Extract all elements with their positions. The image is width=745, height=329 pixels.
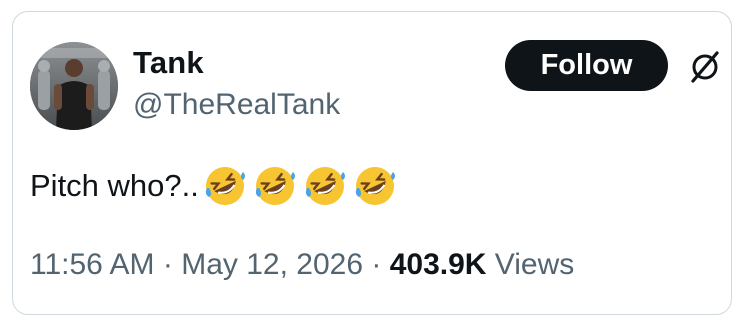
tweet-date[interactable]: May 12, 2026 bbox=[181, 248, 363, 281]
tweet-body: Pitch who?.. bbox=[30, 164, 403, 208]
avatar[interactable] bbox=[30, 42, 118, 130]
tweet-time[interactable]: 11:56 AM bbox=[30, 248, 155, 281]
rolling-on-floor-laughing-emoji bbox=[205, 167, 245, 205]
profile-photo bbox=[30, 42, 118, 130]
rolling-on-floor-laughing-emoji bbox=[355, 167, 395, 205]
tweet-text: Pitch who?.. bbox=[30, 168, 199, 203]
tweet-meta: 11:56 AM · May 12, 2026 · 403.9K Views bbox=[30, 248, 574, 282]
author-handle[interactable]: @TheRealTank bbox=[133, 88, 340, 122]
author-name[interactable]: Tank bbox=[133, 45, 204, 81]
views-count: 403.9K bbox=[389, 248, 487, 281]
meta-separator: · bbox=[371, 248, 382, 281]
rolling-on-floor-laughing-emoji bbox=[255, 167, 295, 205]
rolling-on-floor-laughing-emoji bbox=[305, 167, 345, 205]
tweet-card: Tank @TheRealTank Follow Pitch who?.. 11… bbox=[12, 11, 732, 315]
follow-button[interactable]: Follow bbox=[505, 40, 668, 91]
meta-separator: · bbox=[162, 248, 173, 281]
views-label: Views bbox=[494, 248, 575, 281]
emoji-group bbox=[203, 164, 403, 208]
x-logo-icon[interactable] bbox=[688, 50, 722, 84]
